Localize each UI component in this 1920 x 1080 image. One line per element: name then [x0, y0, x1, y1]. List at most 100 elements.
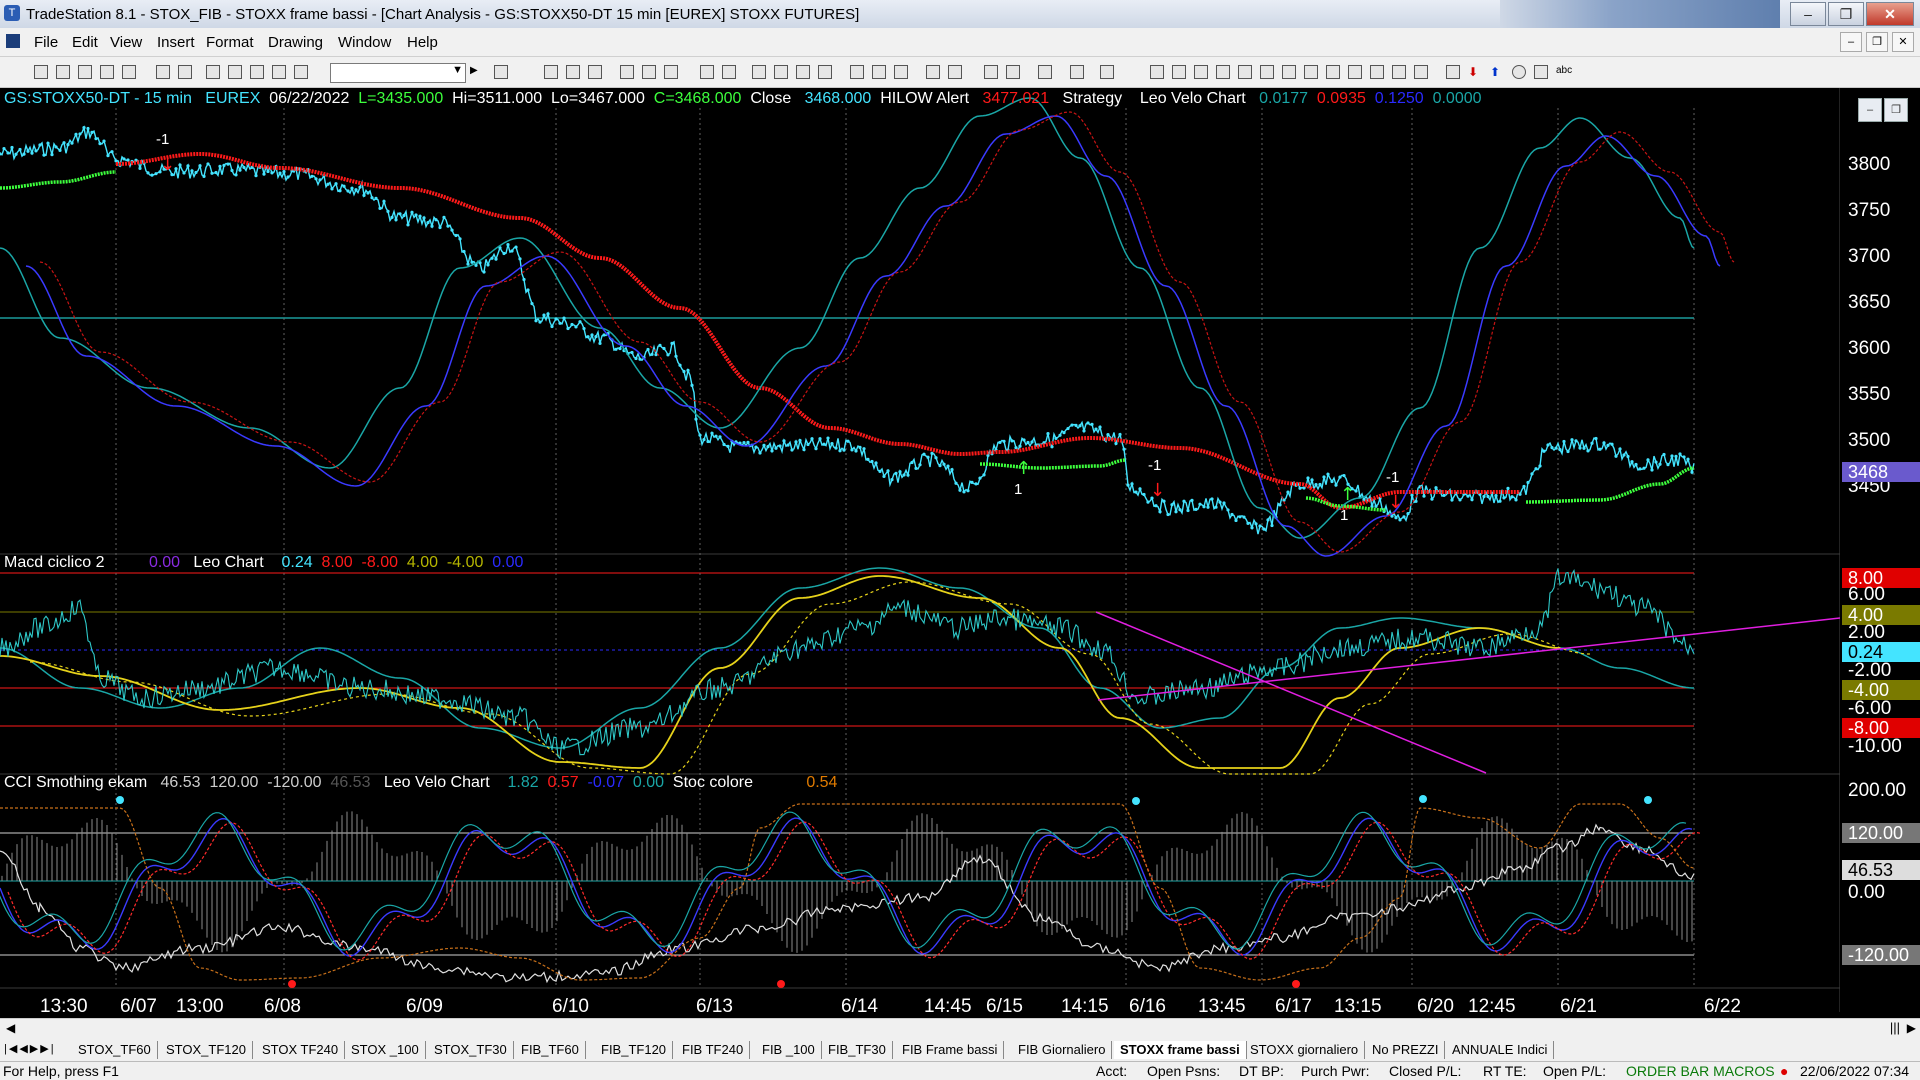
pointer-select-icon[interactable]	[1006, 65, 1020, 79]
save-icon[interactable]	[78, 65, 92, 79]
folder-icon[interactable]	[122, 65, 136, 79]
minimize-button[interactable]: –	[1790, 2, 1826, 26]
x-tick: 6/10	[552, 996, 589, 1017]
grid-icon[interactable]	[588, 65, 602, 79]
panel-restore-button[interactable]: ❐	[1884, 98, 1908, 122]
symbol-combo[interactable]: ▼	[330, 63, 466, 83]
window-cascade-icon[interactable]	[566, 65, 580, 79]
vertical-line-icon[interactable]	[1194, 65, 1208, 79]
fibonacci-icon[interactable]	[1238, 65, 1252, 79]
tab-fib-100[interactable]: FIB _100	[756, 1041, 822, 1059]
tab-fib-tf120[interactable]: FIB_TF120	[595, 1041, 674, 1059]
scroll-left-icon[interactable]: ◀	[6, 1021, 15, 1035]
tab-stoxx-frame-bassi[interactable]: STOXX frame bassi	[1114, 1041, 1247, 1059]
mdi-restore-button[interactable]: ❐	[1866, 32, 1888, 52]
restore-button[interactable]: ❐	[1828, 2, 1864, 26]
tab-fib-tf60[interactable]: FIB_TF60	[515, 1041, 586, 1059]
find-icon[interactable]	[494, 65, 508, 79]
panel-minimize-button[interactable]: –	[1858, 98, 1882, 122]
zoom-out-icon[interactable]	[948, 65, 962, 79]
format-icon[interactable]	[664, 65, 678, 79]
down-arrow-icon[interactable]: ⬇	[1468, 65, 1482, 79]
tab-stox-tf240[interactable]: STOX TF240	[256, 1041, 346, 1059]
alert-icon[interactable]	[1100, 65, 1114, 79]
tab-stox-tf30[interactable]: STOX_TF30	[428, 1041, 514, 1059]
indicator-icon[interactable]	[620, 65, 634, 79]
menu-file[interactable]: File	[34, 34, 58, 51]
menu-insert[interactable]: Insert	[157, 34, 195, 51]
freehand-icon[interactable]	[1414, 65, 1428, 79]
arrow-icon[interactable]	[1348, 65, 1362, 79]
speed-lines-icon[interactable]	[1282, 65, 1296, 79]
pointer-icon[interactable]	[984, 65, 998, 79]
globe-icon[interactable]	[294, 65, 308, 79]
x-tick: 6/07	[120, 996, 157, 1017]
tab-annuale-indici[interactable]: ANNUALE Indici	[1446, 1041, 1555, 1059]
menu-view[interactable]: View	[110, 34, 142, 51]
sync-icon[interactable]	[722, 65, 736, 79]
channel-icon[interactable]	[1216, 65, 1230, 79]
candle-icon[interactable]	[796, 65, 810, 79]
tab-stox-tf120[interactable]: STOX_TF120	[160, 1041, 253, 1059]
close-button[interactable]: ✕	[1866, 2, 1914, 26]
new-icon[interactable]	[34, 65, 48, 79]
tab-no-prezzi[interactable]: No PREZZI	[1366, 1041, 1446, 1059]
trendline-icon[interactable]	[1150, 65, 1164, 79]
chart-icon[interactable]	[206, 65, 220, 79]
radar-icon[interactable]	[228, 65, 242, 79]
gann-icon[interactable]	[1260, 65, 1274, 79]
bar-chart-icon[interactable]	[752, 65, 766, 79]
triangle-icon[interactable]	[1370, 65, 1384, 79]
expand-icon[interactable]	[872, 65, 886, 79]
menu-format[interactable]: Format	[206, 34, 254, 51]
compress-icon[interactable]	[850, 65, 864, 79]
mdi-minimize-button[interactable]: –	[1840, 32, 1862, 52]
chart-area[interactable]: -1 ↓ -1 ↓ -1 ↓ ↑ 1 ↑ 1 GS:STOXX50-DT - 1…	[0, 88, 1841, 1017]
up-arrow-icon[interactable]: ⬆	[1490, 65, 1504, 79]
horizontal-scrollbar[interactable]: ◀ ||| ▶	[0, 1018, 1920, 1040]
menu-edit[interactable]: Edit	[72, 34, 98, 51]
tab-fib-tf240[interactable]: FIB TF240	[676, 1041, 751, 1059]
ellipse-icon[interactable]	[1512, 65, 1526, 79]
regression-icon[interactable]	[1326, 65, 1340, 79]
tools-icon[interactable]	[1038, 65, 1052, 79]
order-icon[interactable]	[1070, 65, 1084, 79]
play-icon[interactable]: ▶	[470, 65, 484, 79]
open-icon[interactable]	[56, 65, 70, 79]
scroll-thumb-icon[interactable]: |||	[1890, 1020, 1900, 1035]
chart-window-icon[interactable]	[6, 34, 20, 48]
tab-fib-frame-bassi[interactable]: FIB Frame bassi	[896, 1041, 1005, 1059]
tab-nav-icon[interactable]: |◀◀▶▶|	[4, 1042, 56, 1055]
status-macros[interactable]: ORDER BAR MACROS	[1626, 1063, 1775, 1079]
scroll-right-icon[interactable]: ▶	[1907, 1021, 1916, 1035]
arc-icon[interactable]	[1392, 65, 1406, 79]
zoom-in-icon[interactable]	[926, 65, 940, 79]
menu-drawing[interactable]: Drawing	[268, 34, 323, 51]
scroll-icon[interactable]	[894, 65, 908, 79]
menu-window[interactable]: Window	[338, 34, 391, 51]
horizontal-line-icon[interactable]	[1172, 65, 1186, 79]
menu-help[interactable]: Help	[407, 34, 438, 51]
andrews-icon[interactable]	[1304, 65, 1318, 79]
tab-stox-100[interactable]: STOX _100	[345, 1041, 426, 1059]
lock-icon[interactable]	[250, 65, 264, 79]
text-icon[interactable]: abc	[1556, 65, 1580, 79]
print-icon[interactable]	[156, 65, 170, 79]
scanner-icon[interactable]	[272, 65, 286, 79]
tab-fib-tf30[interactable]: FIB_TF30	[822, 1041, 893, 1059]
tab-stox-tf60[interactable]: STOX_TF60	[72, 1041, 158, 1059]
strategy-icon[interactable]	[642, 65, 656, 79]
rectangle-icon[interactable]	[1534, 65, 1548, 79]
line-chart-icon[interactable]	[774, 65, 788, 79]
workspace-icon[interactable]	[100, 65, 114, 79]
mdi-close-button[interactable]: ✕	[1892, 32, 1914, 52]
tab-stoxx-giornaliero[interactable]: STOXX giornaliero	[1244, 1041, 1366, 1059]
window-tile-icon[interactable]	[544, 65, 558, 79]
price-point	[210, 171, 214, 175]
curve-icon[interactable]	[1446, 65, 1460, 79]
chart-canvas[interactable]: -1 ↓ -1 ↓ -1 ↓ ↑ 1 ↑ 1	[0, 88, 1841, 1012]
ohlc-icon[interactable]	[818, 65, 832, 79]
tab-fib-giornaliero[interactable]: FIB Giornaliero	[1012, 1041, 1113, 1059]
print-preview-icon[interactable]	[178, 65, 192, 79]
data-window-icon[interactable]	[700, 65, 714, 79]
